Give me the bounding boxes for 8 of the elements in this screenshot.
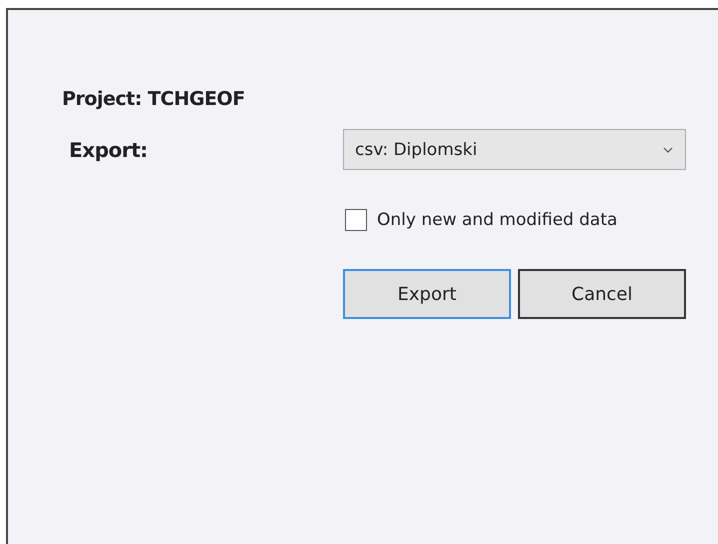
export-dropdown[interactable]: csv: Diplomski <box>343 129 686 170</box>
project-title: Project: TCHGEOF <box>62 88 246 112</box>
checkbox[interactable] <box>345 209 367 231</box>
chevron-down-icon <box>663 146 673 152</box>
export-label: Export: <box>68 138 149 162</box>
checkbox-label: Only new and modified data <box>377 210 618 230</box>
export-button[interactable]: Export <box>343 269 511 319</box>
cancel-button[interactable]: Cancel <box>518 269 686 319</box>
